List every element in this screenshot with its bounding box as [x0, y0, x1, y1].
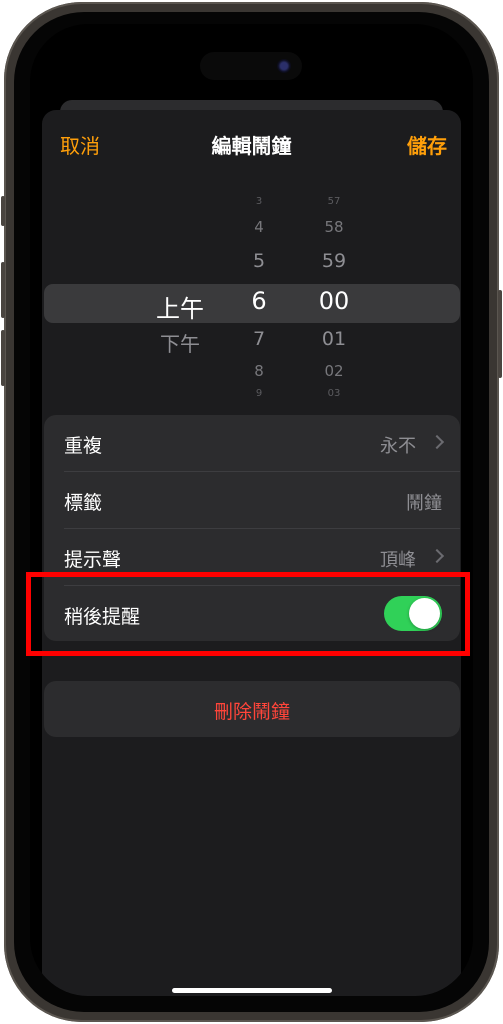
label-input[interactable]: 鬧鐘: [406, 489, 442, 515]
volume-down-button: [1, 330, 5, 386]
picker-hour-selected[interactable]: 6: [240, 287, 278, 315]
time-picker[interactable]: 上午 下午 3 4 5 6 7 8 9 57 58 59 00 01 02 03: [44, 190, 460, 410]
picker-minute-option[interactable]: 58: [312, 218, 356, 236]
toggle-knob: [409, 598, 440, 629]
picker-hour-option[interactable]: 8: [240, 362, 278, 380]
action-button: [1, 196, 5, 226]
label-row[interactable]: 標籤 鬧鐘: [44, 472, 460, 528]
picker-hour-option[interactable]: 7: [240, 328, 278, 350]
screen: 取消 編輯鬧鐘 儲存 上午 下午 3 4 5 6 7 8 9 57 58 59 …: [30, 24, 473, 996]
picker-ampm-selected[interactable]: 上午: [150, 289, 210, 324]
front-camera-icon: [277, 59, 291, 73]
picker-minute-option[interactable]: 02: [312, 362, 356, 380]
picker-hour-option[interactable]: 9: [240, 388, 278, 399]
picker-minute-option[interactable]: 59: [312, 250, 356, 272]
sound-row[interactable]: 提示聲 頂峰: [44, 529, 460, 585]
picker-minute-option[interactable]: 57: [312, 196, 356, 207]
picker-hour-option[interactable]: 4: [240, 218, 278, 236]
repeat-value: 永不: [380, 436, 416, 457]
label-label: 標籤: [64, 492, 103, 514]
alarm-settings-group: 重複 永不 標籤 鬧鐘 提示聲 頂峰 稍後提醒: [44, 415, 460, 641]
snooze-toggle[interactable]: [384, 596, 442, 631]
picker-minute-selected[interactable]: 00: [312, 287, 356, 315]
repeat-label: 重複: [64, 435, 103, 457]
picker-hour-option[interactable]: 5: [240, 250, 278, 272]
home-indicator[interactable]: [172, 988, 332, 993]
save-button[interactable]: 儲存: [407, 130, 447, 159]
repeat-row[interactable]: 重複 永不: [44, 415, 460, 471]
picker-ampm-option[interactable]: 下午: [150, 328, 210, 357]
delete-alarm-label: 刪除鬧鐘: [213, 701, 290, 723]
picker-hour-option[interactable]: 3: [240, 196, 278, 207]
delete-alarm-button[interactable]: 刪除鬧鐘: [44, 681, 460, 737]
sound-value: 頂峰: [380, 550, 416, 571]
chevron-right-icon: [429, 434, 445, 450]
picker-minute-option[interactable]: 03: [312, 388, 356, 399]
side-button: [498, 290, 502, 378]
sound-label: 提示聲: [64, 549, 122, 571]
picker-minute-option[interactable]: 01: [312, 328, 356, 350]
snooze-row: 稍後提醒: [44, 586, 460, 641]
volume-up-button: [1, 262, 5, 318]
chevron-right-icon: [429, 548, 445, 564]
page-title: 編輯鬧鐘: [211, 134, 292, 158]
dynamic-island: [200, 52, 302, 80]
snooze-label: 稍後提醒: [64, 606, 141, 628]
